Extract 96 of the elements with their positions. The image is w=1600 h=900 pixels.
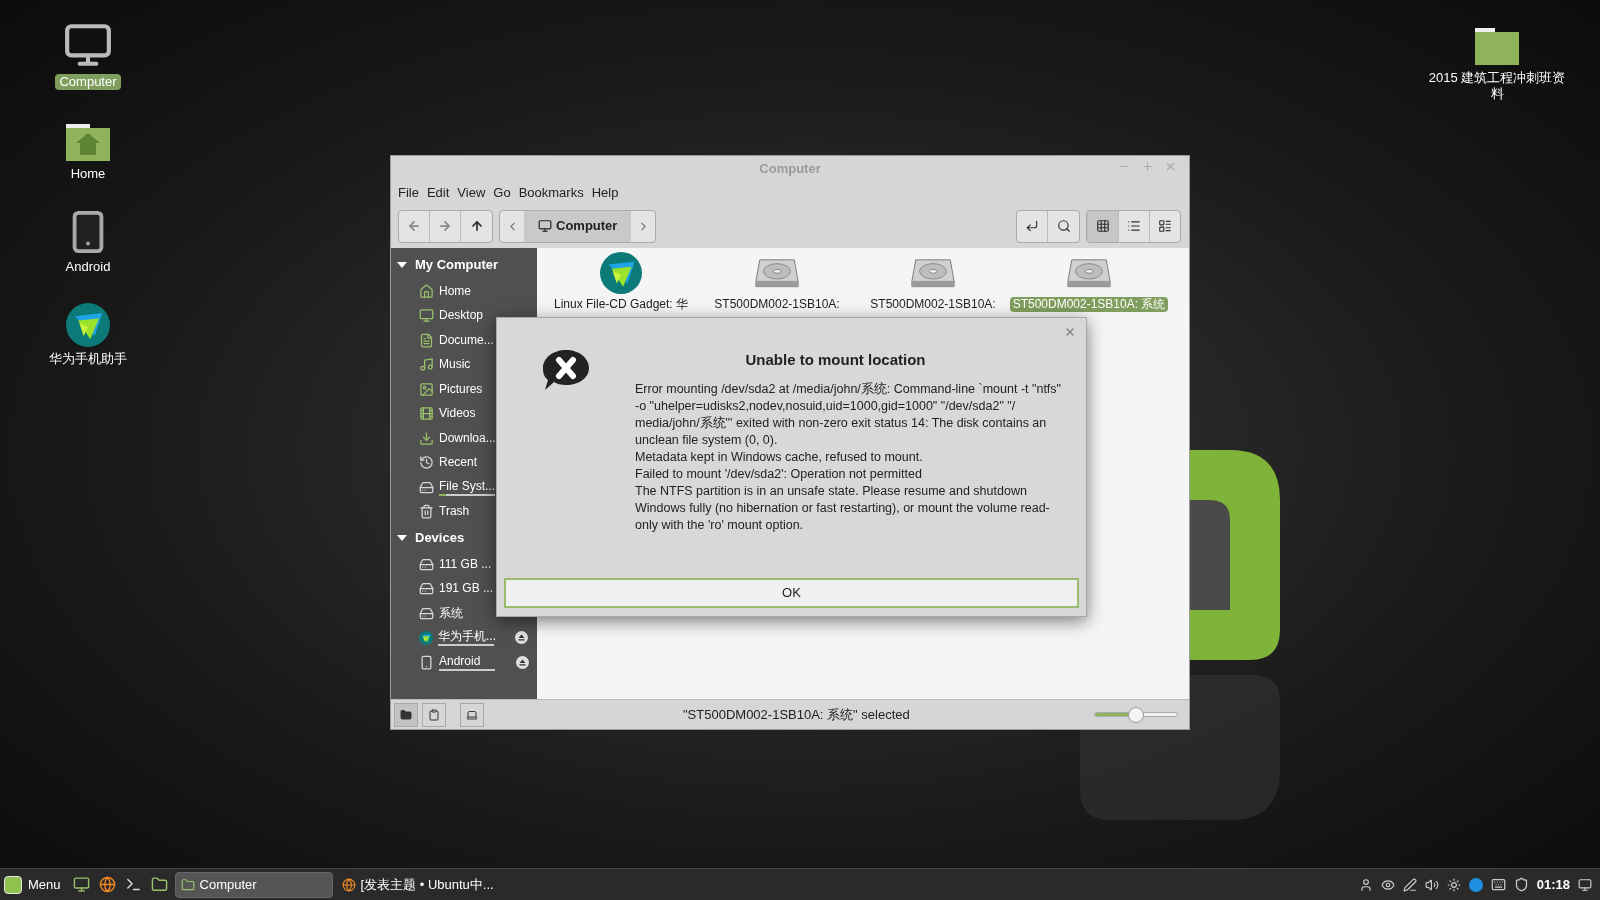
location-button[interactable]: Computer bbox=[524, 210, 632, 242]
menu-item[interactable]: Bookmarks bbox=[515, 183, 587, 203]
zoom-slider[interactable] bbox=[1094, 706, 1178, 723]
app-logo-icon bbox=[600, 252, 642, 294]
sidebar-item[interactable]: Home bbox=[439, 283, 497, 299]
sidebar-item[interactable]: File Syst... bbox=[439, 478, 497, 494]
expander-icon[interactable] bbox=[397, 260, 407, 270]
volume-icon[interactable] bbox=[1424, 877, 1439, 892]
sidebar-item[interactable]: Downloa... bbox=[439, 430, 497, 446]
sidebar-item[interactable]: Android bbox=[439, 653, 497, 669]
show-desktop-icon bbox=[73, 876, 91, 893]
file-item-label[interactable]: ST500DM002-1SB10A: bbox=[867, 297, 999, 312]
user-icon[interactable] bbox=[1358, 877, 1373, 892]
phone-icon bbox=[419, 654, 434, 670]
sidebar-section-title: My Computer bbox=[415, 256, 499, 275]
home-folder-icon bbox=[419, 283, 434, 299]
document-folder-icon bbox=[419, 332, 434, 348]
desktop-icon-label[interactable]: Android bbox=[61, 258, 115, 275]
terminal-icon bbox=[125, 876, 143, 893]
monitor-icon bbox=[538, 219, 552, 233]
folder-icon bbox=[180, 877, 195, 892]
folder-icon bbox=[151, 876, 169, 893]
error-message: Error mounting /dev/sda2 at /media/john/系统: Command-line `mount -t "ntfs" -o "uhelper=udisks2,nodev,nosuid,uid=1000,gid=1000" "/dev/sda2" "/ media/john/系统"' exited with non-zero exit status 14: The disk contains an unclean file system (0, 0). bbox=[635, 380, 1063, 449]
compact-list-icon bbox=[1158, 219, 1172, 233]
hard-drive-icon bbox=[419, 581, 434, 597]
places-button[interactable] bbox=[394, 702, 418, 727]
toggle-sidebar-button[interactable] bbox=[460, 702, 484, 727]
dialog-title: Unable to mount location bbox=[744, 350, 927, 370]
desktop-folder-icon bbox=[419, 308, 434, 324]
up-icon bbox=[469, 219, 484, 233]
brightness-icon[interactable] bbox=[1446, 877, 1461, 892]
desktop-icon-label[interactable]: 2015 建筑工程冲刺班资料 bbox=[1422, 70, 1572, 103]
trash-icon bbox=[419, 504, 434, 520]
pen-icon[interactable] bbox=[1402, 877, 1417, 892]
app-logo-icon bbox=[66, 302, 110, 347]
home-folder-icon bbox=[65, 124, 111, 163]
error-message: Failed to mount '/dev/sda2': Operation not permitted bbox=[635, 465, 923, 483]
app-logo-icon bbox=[419, 630, 433, 645]
menu-item[interactable]: Edit bbox=[423, 183, 453, 203]
folder-icon bbox=[400, 708, 412, 721]
menu-button[interactable]: Menu bbox=[4, 874, 67, 895]
eject-icon[interactable] bbox=[515, 631, 528, 645]
grid-icon bbox=[1096, 219, 1110, 233]
return-arrow-icon bbox=[1025, 219, 1039, 233]
browser-icon bbox=[341, 877, 356, 892]
file-item-label[interactable]: Linux File-CD Gadget: 华 bbox=[550, 297, 692, 312]
workspace-icon[interactable] bbox=[1578, 877, 1592, 892]
search-icon bbox=[1056, 219, 1071, 233]
video-folder-icon bbox=[419, 406, 434, 422]
mint-logo-icon bbox=[4, 875, 22, 894]
desktop-icon-label[interactable]: 华为手机助手 bbox=[45, 350, 131, 367]
shield-icon[interactable] bbox=[1513, 877, 1529, 892]
sidebar-item[interactable]: Pictures bbox=[439, 381, 497, 397]
menu-item[interactable]: View bbox=[454, 183, 489, 203]
folder-icon bbox=[1474, 28, 1520, 66]
menu-item[interactable]: Go bbox=[490, 183, 514, 203]
tree-button[interactable] bbox=[422, 702, 446, 727]
error-message: Metadata kept in Windows cache, refused to mount. bbox=[635, 448, 924, 466]
error-message: The NTFS partition is in an unsafe state. Please resume and shutdown Windows fully (no hibernation or fast restarting), or mount the volume read-only with the 'ro' mount option. bbox=[635, 482, 1051, 534]
sidebar-item[interactable]: 191 GB ... bbox=[439, 581, 497, 597]
menu-item[interactable]: Help bbox=[588, 183, 622, 203]
sidebar-item[interactable]: Videos bbox=[439, 406, 497, 422]
hard-drive-icon bbox=[419, 605, 434, 621]
file-item-label[interactable]: ST500DM002-1SB10A: bbox=[711, 297, 843, 312]
sidebar-item[interactable]: Docume... bbox=[439, 332, 497, 348]
picture-folder-icon bbox=[419, 381, 434, 397]
browser-icon bbox=[99, 876, 117, 893]
window-title: Computer bbox=[759, 160, 821, 179]
list-icon bbox=[1127, 219, 1141, 233]
hard-drive-icon bbox=[419, 556, 434, 572]
back-icon bbox=[407, 219, 421, 233]
sidebar-item[interactable]: Trash bbox=[439, 504, 497, 520]
taskbar-window-button[interactable]: [发表主题 • Ubuntu中... bbox=[336, 871, 499, 898]
ok-button[interactable]: OK bbox=[504, 578, 1079, 608]
sidebar-item[interactable]: 系统 bbox=[439, 605, 497, 621]
download-folder-icon bbox=[419, 430, 434, 446]
recent-icon bbox=[419, 455, 434, 471]
forward-icon bbox=[438, 219, 452, 233]
hard-drive-icon bbox=[419, 479, 434, 495]
keyboard-icon[interactable] bbox=[1490, 877, 1506, 892]
eject-icon[interactable] bbox=[516, 655, 529, 669]
menu-item[interactable]: File bbox=[395, 183, 422, 203]
clock[interactable]: 01:18 bbox=[1536, 874, 1570, 895]
slider-thumb[interactable] bbox=[1128, 706, 1144, 723]
sidebar-item[interactable]: Desktop bbox=[439, 308, 497, 324]
sidebar-item[interactable]: Music bbox=[439, 357, 497, 373]
desktop-icon-label[interactable]: Home bbox=[66, 166, 110, 183]
sidebar-item[interactable]: 111 GB ... bbox=[439, 556, 497, 572]
sidebar-section-title: Devices bbox=[415, 529, 465, 548]
sidebar-item[interactable]: 华为手机... bbox=[438, 629, 496, 645]
view-mode-button[interactable] bbox=[1087, 210, 1118, 242]
expander-icon[interactable] bbox=[397, 533, 407, 543]
taskbar-window-button[interactable]: Computer bbox=[174, 871, 333, 898]
music-folder-icon bbox=[419, 357, 434, 373]
sidebar-item[interactable]: Recent bbox=[439, 455, 497, 471]
status-text: "ST500DM002-1SB10A: 系统" selected bbox=[683, 705, 910, 724]
